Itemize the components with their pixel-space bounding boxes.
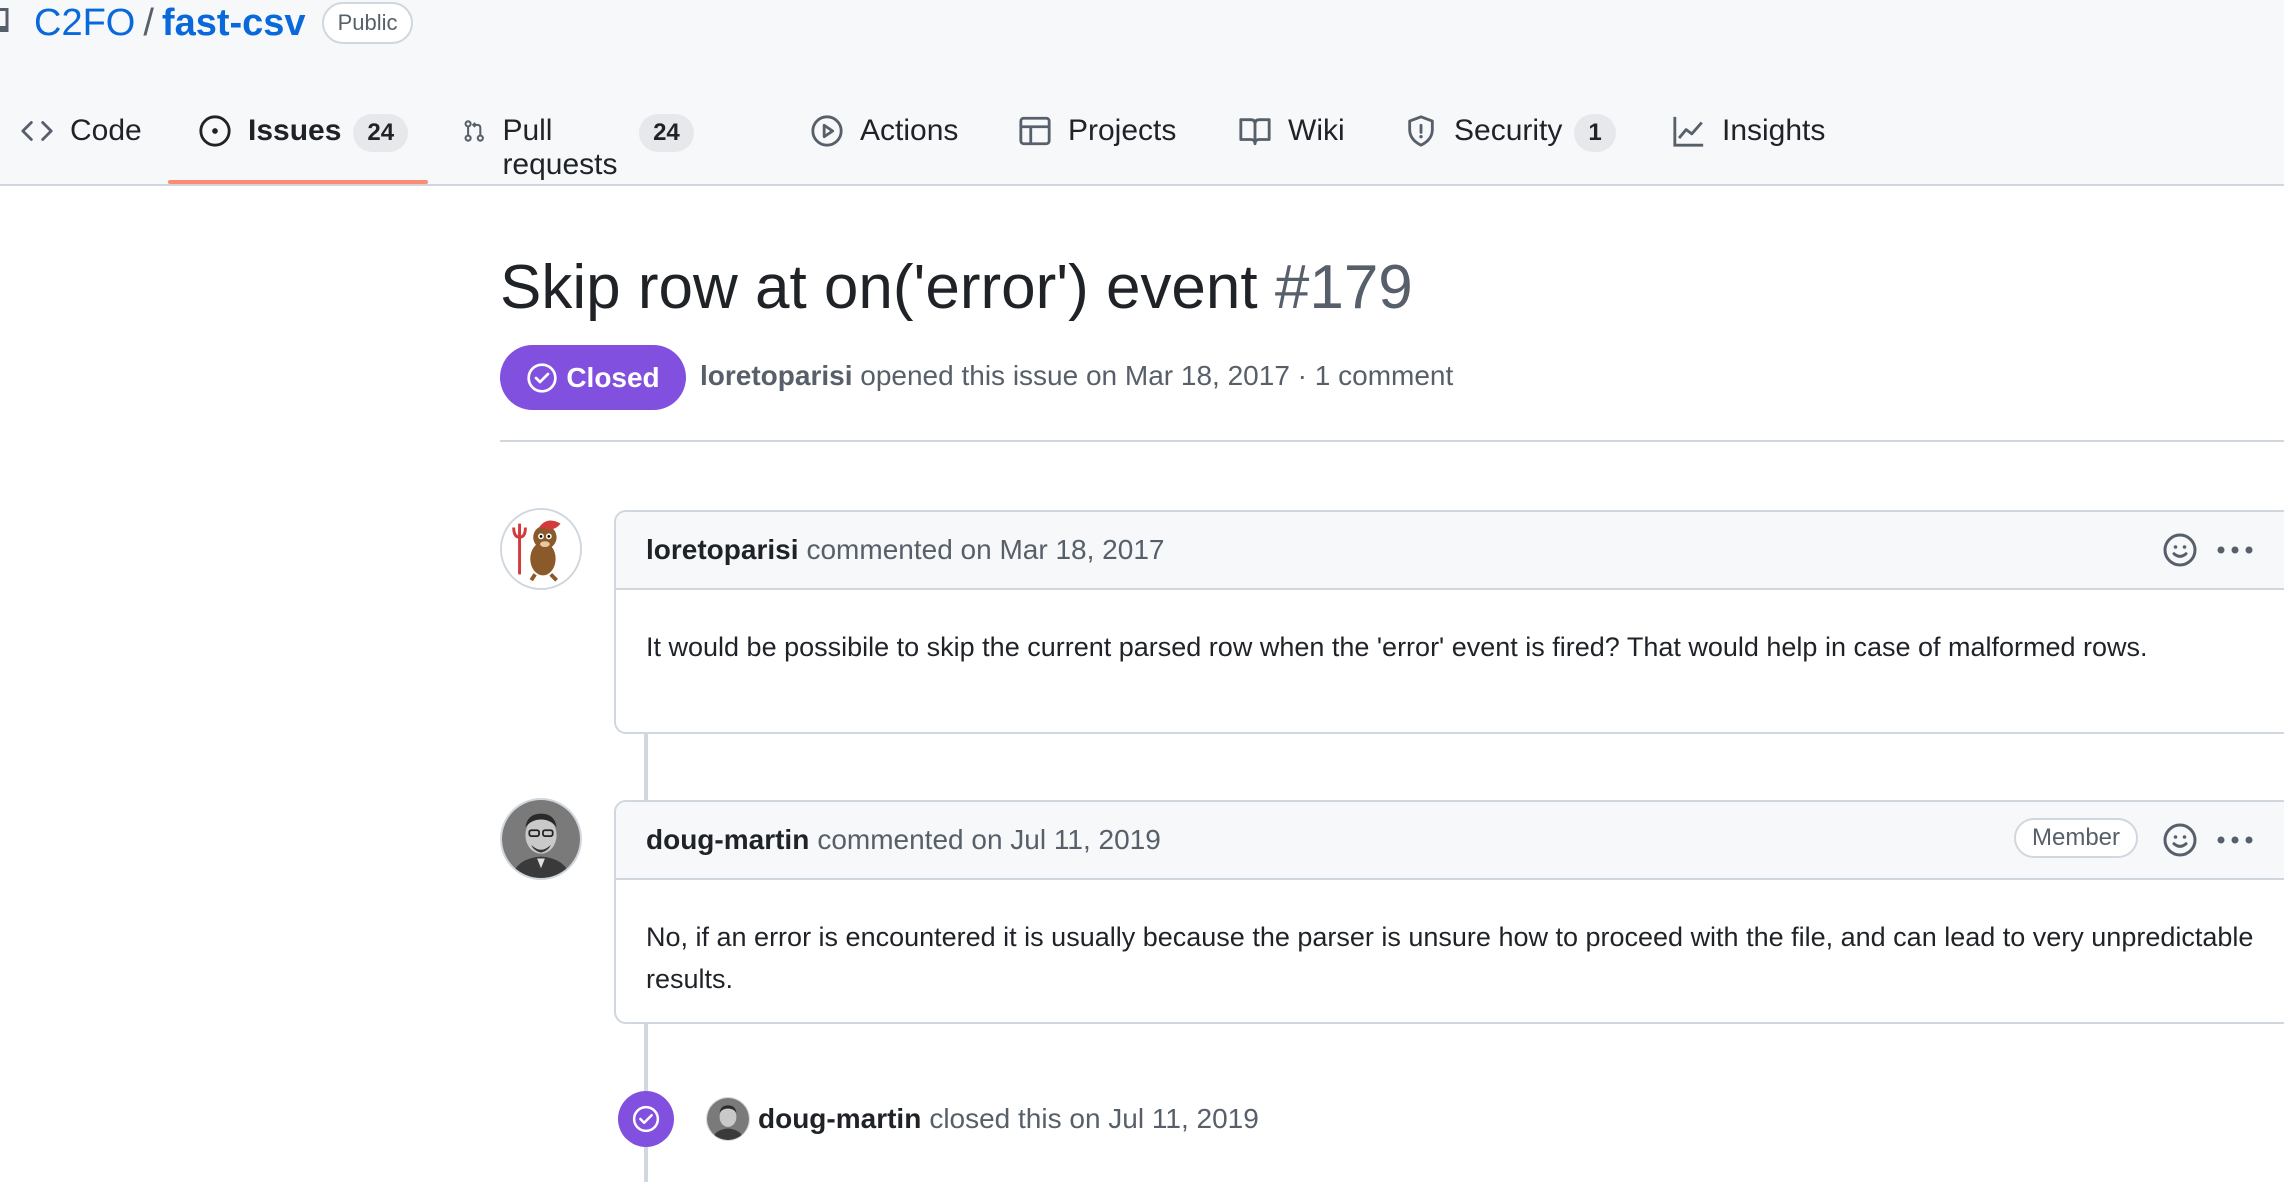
issue-state-badge: Closed [500, 345, 686, 410]
closed-event-badge [618, 1091, 674, 1147]
issue-number: #179 [1274, 253, 1413, 322]
tab-wiki[interactable]: Wiki [1238, 100, 1345, 184]
tab-code[interactable]: Code [20, 100, 142, 184]
closed-by-author-link[interactable]: doug-martin [758, 1103, 921, 1134]
repo-icon [0, 8, 9, 32]
issues-counter: 24 [353, 114, 409, 152]
comment-header: loretoparisi commented on Mar 18, 2017 [616, 512, 2284, 590]
table-icon [1019, 116, 1051, 146]
security-counter: 1 [1574, 114, 1616, 152]
tab-projects[interactable]: Projects [1018, 100, 1176, 184]
comment-timestamp[interactable]: commented on Jul 11, 2019 [817, 824, 1160, 856]
avatar[interactable] [706, 1097, 750, 1141]
devil-mascot-avatar-image [502, 510, 580, 588]
visibility-badge: Public [321, 2, 414, 44]
issue-state-label: Closed [566, 361, 660, 393]
kebab-horizontal-icon[interactable] [2216, 834, 2254, 846]
user-photo-avatar-image [502, 800, 580, 878]
closed-event-text: doug-martin closed this on Jul 11, 2019 [758, 1103, 1259, 1135]
tab-pull-requests-label: Pull requests [502, 114, 618, 181]
avatar[interactable] [500, 508, 582, 590]
comment-header: doug-martin commented on Jul 11, 2019 Me… [616, 802, 2284, 880]
tab-security-label: Security [1454, 114, 1563, 147]
member-badge: Member [2014, 818, 2139, 858]
play-icon [811, 115, 843, 147]
repo-name-link[interactable]: fast-csv [162, 2, 306, 45]
comment: loretoparisi commented on Mar 18, 2017 I… [614, 510, 2284, 734]
issue-opened-icon [199, 115, 231, 147]
comment-author-link[interactable]: loretoparisi [646, 534, 798, 566]
smiley-icon[interactable] [2162, 532, 2198, 568]
repo-owner-link[interactable]: C2FO [34, 2, 135, 45]
issue-title-text: Skip row at on('error') event [500, 253, 1258, 322]
check-circle-icon [527, 362, 557, 393]
shield-icon [1408, 115, 1434, 147]
issue-opened-text: opened this issue on Mar 18, 2017 · 1 co… [860, 360, 1454, 391]
tab-insights-label: Insights [1722, 114, 1826, 147]
comment-timestamp[interactable]: commented on Mar 18, 2017 [806, 534, 1164, 566]
code-icon [21, 121, 53, 141]
repo-separator: / [143, 1, 154, 44]
user-photo-avatar-image [707, 1098, 749, 1140]
tab-pull-requests[interactable]: Pull requests 24 [462, 100, 694, 184]
repo-header: C2FO / fast-csv Public Code Issues 24 Pu… [0, 0, 2284, 186]
smiley-icon[interactable] [2162, 822, 2198, 858]
tab-security[interactable]: Security 1 [1404, 100, 1616, 184]
comment-author-link[interactable]: doug-martin [646, 824, 809, 856]
tab-actions[interactable]: Actions [810, 100, 958, 184]
closed-event: doug-martin closed this on Jul 11, 2019 [618, 1091, 1259, 1147]
issue-meta: loretoparisi opened this issue on Mar 18… [700, 360, 1453, 392]
tab-insights[interactable]: Insights [1672, 100, 1825, 184]
repo-title-line: C2FO / fast-csv Public [0, 0, 414, 46]
check-circle-icon [632, 1105, 660, 1133]
closed-event-description[interactable]: closed this on Jul 11, 2019 [929, 1103, 1258, 1134]
selected-tab-indicator [168, 180, 428, 184]
graph-icon [1673, 116, 1704, 147]
timeline-line [644, 734, 648, 800]
comment: doug-martin commented on Jul 11, 2019 Me… [614, 800, 2284, 1024]
tab-issues[interactable]: Issues 24 [198, 100, 409, 184]
avatar[interactable] [500, 798, 582, 880]
tab-projects-label: Projects [1068, 114, 1177, 147]
tab-wiki-label: Wiki [1288, 114, 1345, 147]
git-pull-request-icon [464, 120, 484, 142]
tab-issues-label: Issues [248, 114, 342, 147]
issue-title: Skip row at on('error') event #179 [500, 252, 1413, 323]
kebab-horizontal-icon[interactable] [2216, 544, 2254, 556]
tab-actions-label: Actions [860, 114, 959, 147]
comment-body: It would be possibile to skip the curren… [646, 632, 2148, 662]
issue-author-link[interactable]: loretoparisi [700, 360, 852, 391]
pull-requests-counter: 24 [639, 114, 694, 152]
title-divider [500, 440, 2284, 442]
book-icon [1239, 118, 1271, 146]
comment-body: No, if an error is encountered it is usu… [646, 922, 2254, 994]
tab-code-label: Code [70, 114, 142, 147]
